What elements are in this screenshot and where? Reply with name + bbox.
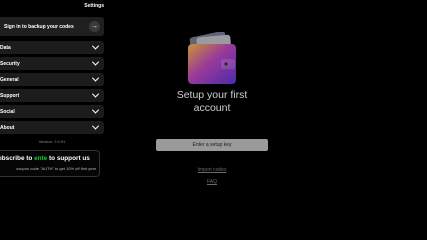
sidebar-item-general[interactable]: General [0,73,104,86]
import-codes-link[interactable]: Import codes [106,167,318,173]
subscribe-promo-card[interactable]: ıbscribe to ente to support us coupon co… [0,150,100,177]
sidebar-item-label: Social [0,108,15,115]
app-version: Version: 2.0.91 [38,139,66,144]
sidebar-item-label: About [0,124,15,131]
signin-backup-button[interactable]: Sign in to backup your codes → [0,17,104,36]
sidebar-item-label: Security [0,60,20,67]
wallet-illustration-icon [188,32,236,84]
sidebar-item-label: Support [0,92,20,99]
enter-setup-key-button[interactable]: Enter a setup key [156,139,268,151]
chevron-down-icon [91,122,100,130]
signin-label: Sign in to backup your codes [4,23,74,30]
sidebar-item-label: Data [0,44,11,51]
promo-subtitle: coupon code "AUTH" to get 10% off first … [16,166,96,171]
sidebar-item-data[interactable]: Data [0,41,104,54]
sidebar-item-support[interactable]: Support [0,89,104,102]
chevron-down-icon [91,74,100,82]
sidebar-item-security[interactable]: Security [0,57,104,70]
chevron-down-icon [91,106,100,114]
sidebar-item-label: General [0,76,19,83]
promo-title: ıbscribe to ente to support us [0,155,90,162]
faq-link[interactable]: FAQ [106,179,318,185]
ente-brand-text: ente [34,155,48,162]
page-title: Setup your first account [176,89,248,114]
chevron-down-icon [91,90,100,98]
sidebar-item-social[interactable]: Social [0,105,104,118]
arrow-right-icon: → [89,21,100,32]
chevron-down-icon [91,42,100,50]
settings-sidebar: Settings Sign in to backup your codes → … [0,0,106,240]
sidebar-item-about[interactable]: About [0,121,104,134]
settings-title: Settings [84,3,104,9]
main-panel: Setup your first account Enter a setup k… [106,0,427,240]
chevron-down-icon [91,58,100,66]
